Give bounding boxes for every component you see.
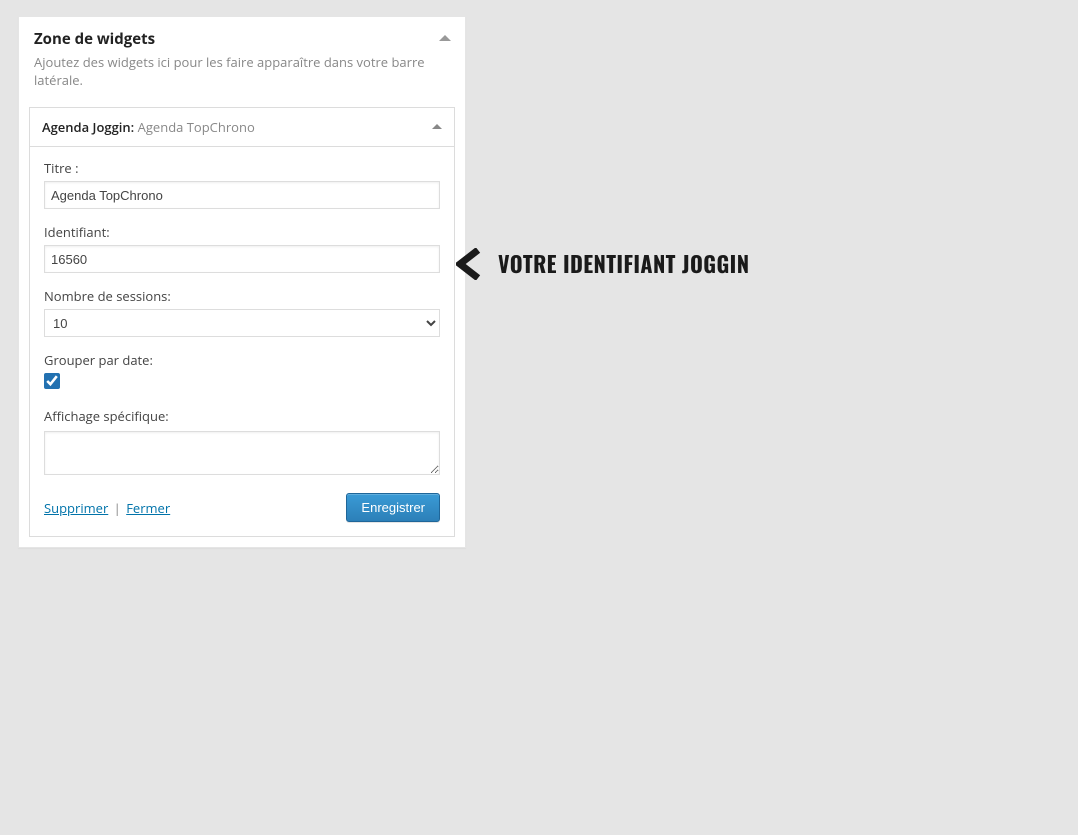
specific-label: Affichage spécifique:: [44, 407, 440, 425]
title-label: Titre :: [44, 159, 440, 177]
zone-header: Zone de widgets Ajoutez des widgets ici …: [19, 17, 465, 97]
zone-title: Zone de widgets: [34, 29, 450, 49]
widget-zone-panel: Zone de widgets Ajoutez des widgets ici …: [18, 16, 466, 548]
zone-description: Ajoutez des widgets ici pour les faire a…: [34, 53, 450, 89]
sessions-select[interactable]: 10: [44, 309, 440, 337]
title-input[interactable]: [44, 181, 440, 209]
groupdate-checkbox[interactable]: [44, 373, 60, 389]
widget-agenda-joggin: Agenda Joggin: Agenda TopChrono Titre : …: [29, 107, 455, 537]
widget-actions: Supprimer | Fermer Enregistrer: [44, 493, 440, 522]
save-button[interactable]: Enregistrer: [346, 493, 440, 522]
separator: |: [114, 499, 121, 517]
arrow-left-icon: [456, 248, 484, 280]
widget-name: Agenda Joggin:: [42, 118, 134, 136]
widget-body: Titre : Identifiant: Nombre de sessions:…: [30, 147, 454, 536]
identifier-label: Identifiant:: [44, 223, 440, 241]
groupdate-label: Grouper par date:: [44, 351, 440, 369]
widget-subtitle: Agenda TopChrono: [138, 118, 255, 136]
delete-link[interactable]: Supprimer: [44, 499, 108, 517]
widget-collapse-caret-icon[interactable]: [432, 124, 442, 129]
sessions-label: Nombre de sessions:: [44, 287, 440, 305]
identifier-input[interactable]: [44, 245, 440, 273]
specific-textarea[interactable]: [44, 431, 440, 475]
annotation-callout: VOTRE IDENTIFIANT JOGGIN: [456, 248, 749, 280]
collapse-caret-icon[interactable]: [439, 35, 451, 41]
close-link[interactable]: Fermer: [126, 499, 170, 517]
annotation-text: VOTRE IDENTIFIANT JOGGIN: [498, 248, 749, 280]
widget-header[interactable]: Agenda Joggin: Agenda TopChrono: [30, 108, 454, 147]
